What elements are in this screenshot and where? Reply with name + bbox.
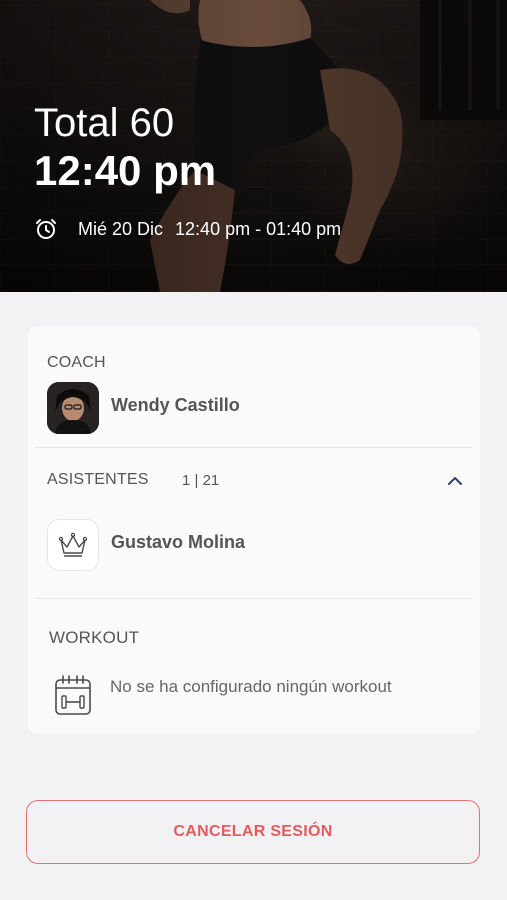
attendee-name: Gustavo Molina <box>111 532 246 552</box>
calendar-dumbbell-icon <box>55 675 91 715</box>
chevron-up-icon[interactable] <box>444 470 466 492</box>
attendee-avatar <box>47 519 99 571</box>
divider <box>35 447 473 448</box>
crown-icon <box>58 532 88 557</box>
class-details-card: COACH Wendy Castillo ASISTENTES 1 | 21 G… <box>28 326 480 734</box>
class-time-range: 12:40 pm - 01:40 pm <box>175 218 342 239</box>
class-hero-banner: Total 60 12:40 pm Mié 20 Dic 12:40 pm - … <box>0 0 507 292</box>
cancel-session-button[interactable]: CANCELAR SESIÓN <box>26 800 480 864</box>
class-date: Mié 20 Dic <box>78 218 164 239</box>
class-start-time: 12:40 pm <box>34 147 217 194</box>
class-title: Total 60 <box>34 101 175 145</box>
attendees-count: 1 | 21 <box>182 472 220 489</box>
attendees-label: ASISTENTES <box>47 471 149 488</box>
alarm-clock-icon <box>36 219 56 239</box>
coach-avatar[interactable] <box>47 382 99 434</box>
coach-label: COACH <box>47 354 106 371</box>
workout-label: WORKOUT <box>49 628 140 647</box>
class-schedule: Mié 20 Dic 12:40 pm - 01:40 pm <box>34 216 341 242</box>
coach-name: Wendy Castillo <box>111 395 240 415</box>
workout-empty-message: No se ha configurado ningún workout <box>110 677 392 696</box>
divider <box>35 598 473 599</box>
